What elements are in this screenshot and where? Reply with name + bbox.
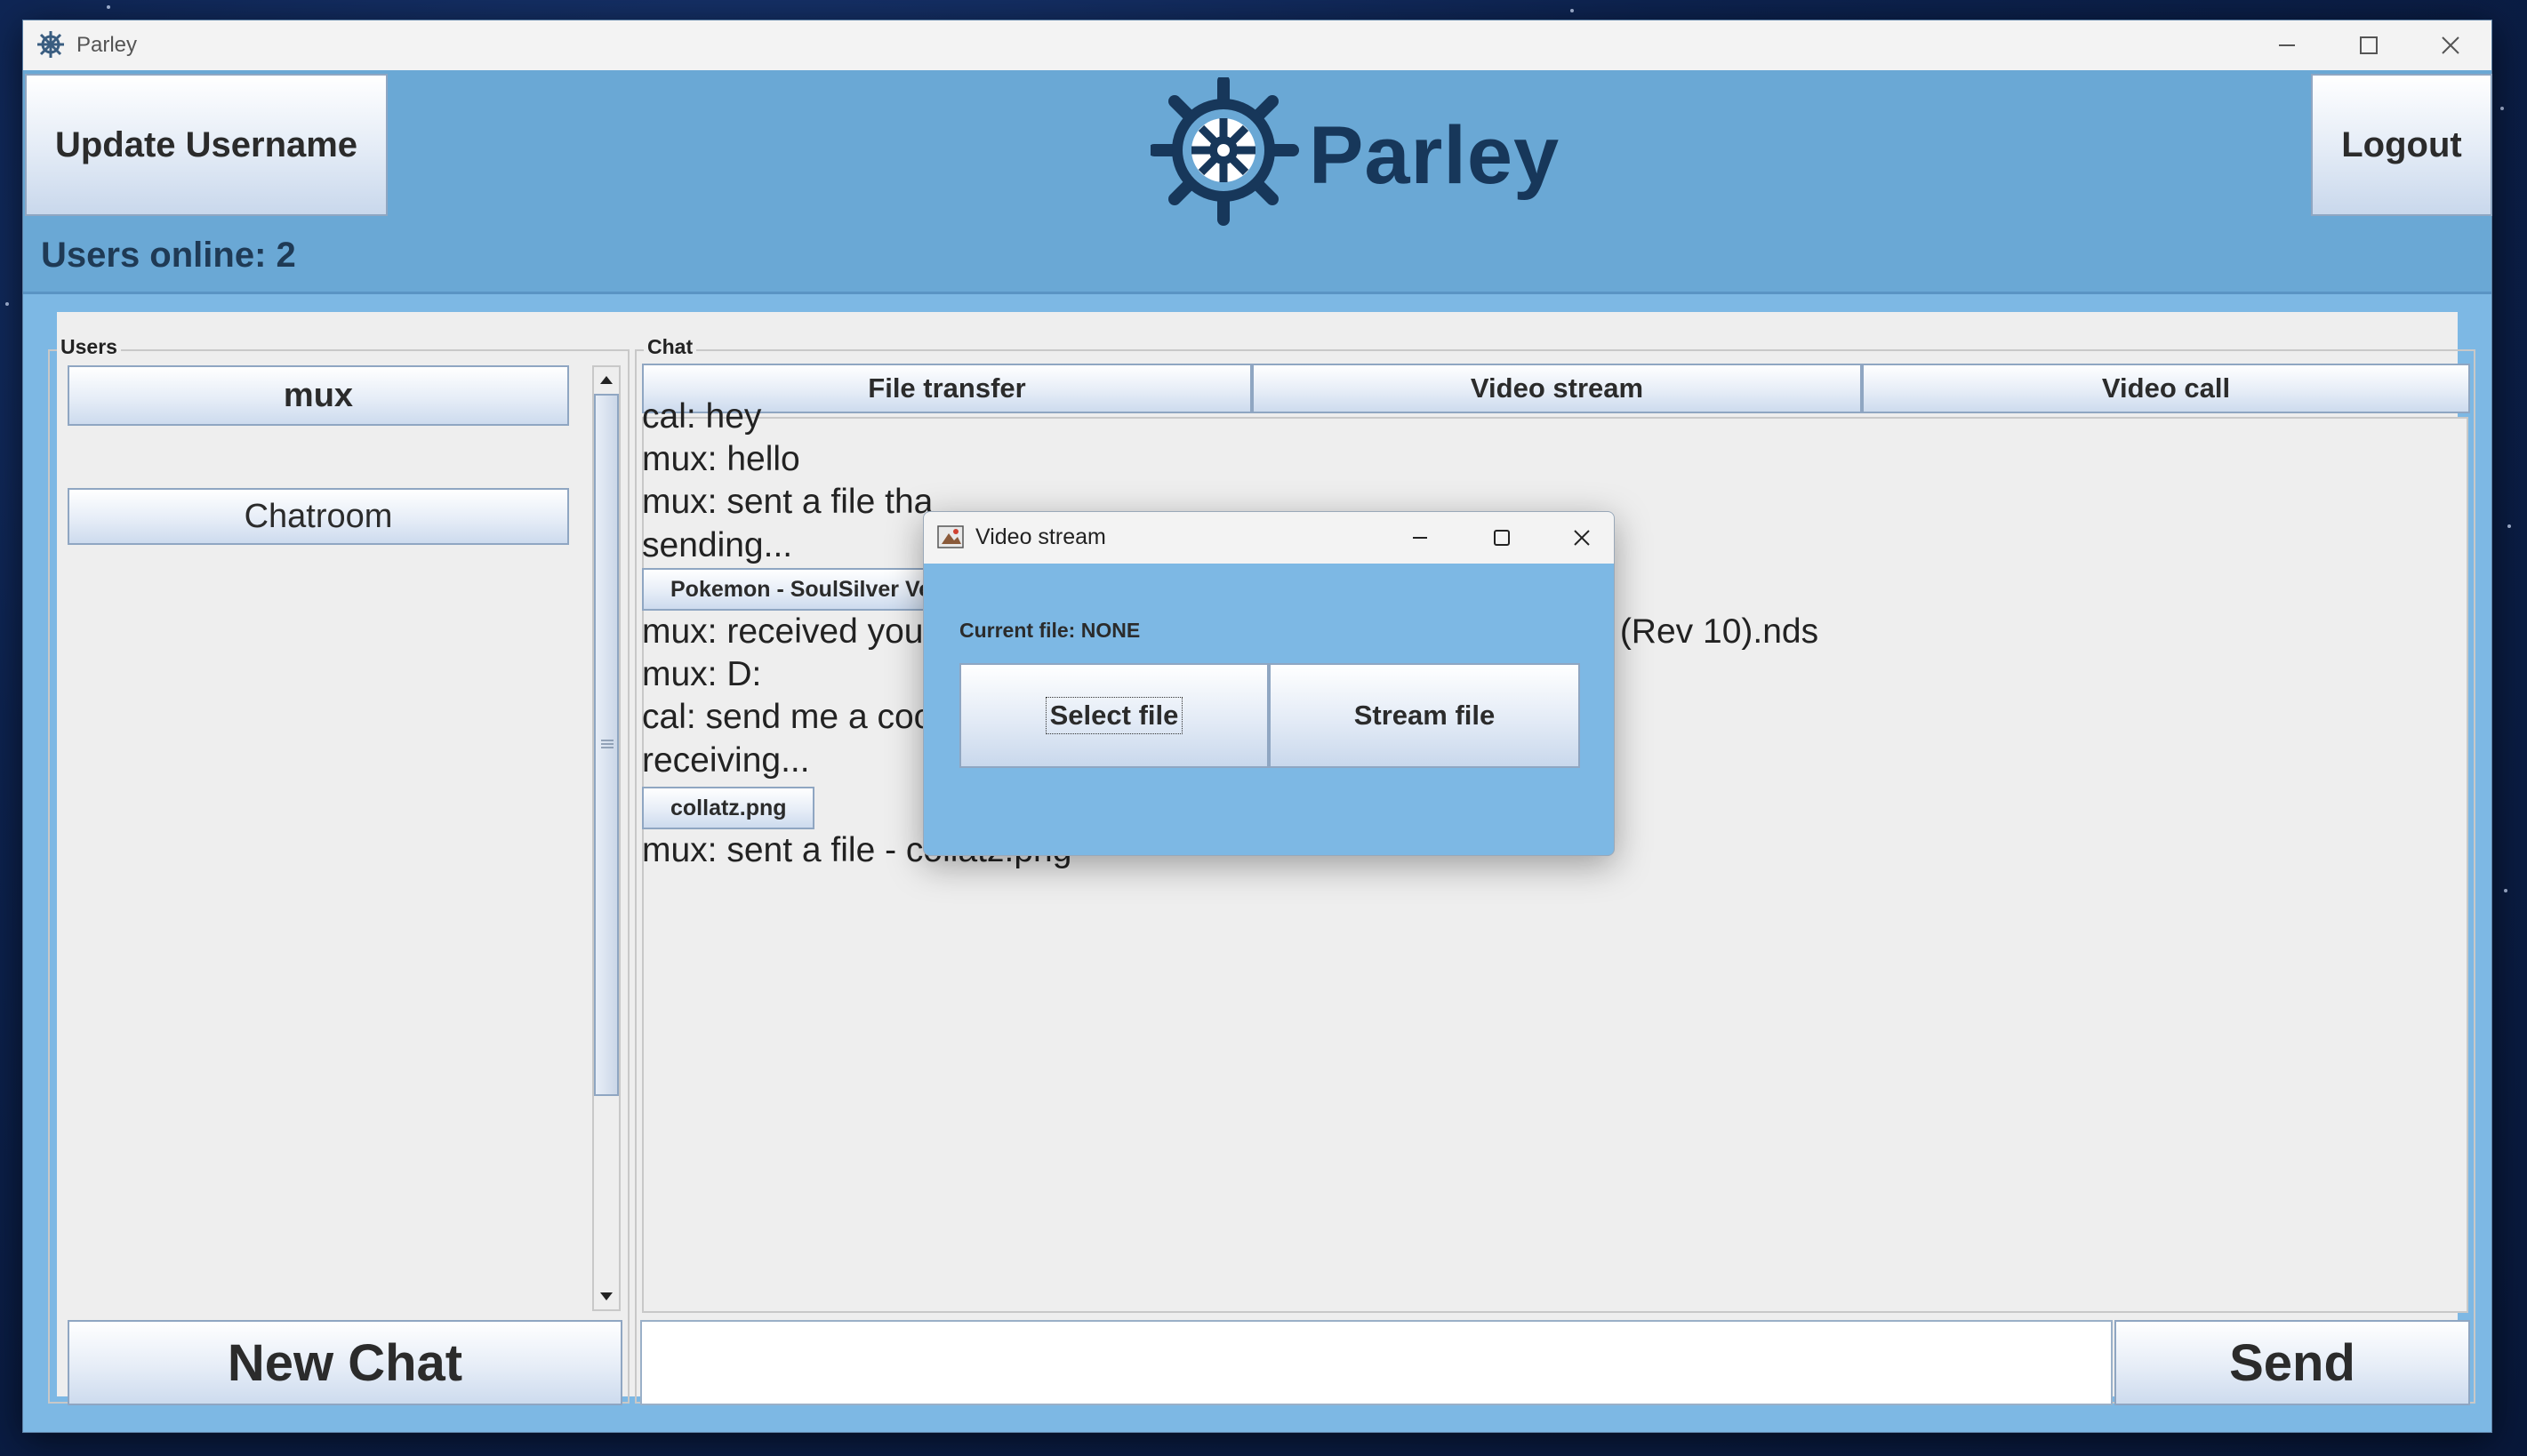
user-list-item[interactable]: mux [68, 365, 569, 426]
dialog-title: Video stream [975, 524, 1106, 549]
grip-icon [601, 740, 614, 748]
tab-video-stream[interactable]: Video stream [1252, 364, 1862, 413]
file-download-button[interactable]: collatz.png [642, 787, 814, 829]
maximize-button[interactable] [2328, 20, 2410, 70]
close-icon [2442, 36, 2459, 54]
logout-button[interactable]: Logout [2311, 74, 2492, 216]
scroll-up-icon[interactable] [598, 371, 615, 388]
users-online-label: Users online: 2 [41, 236, 296, 275]
stream-file-button[interactable]: Stream file [1269, 663, 1580, 768]
users-scroll-thumb[interactable] [594, 394, 619, 1096]
chat-message: cal: hey [642, 397, 762, 436]
close-button[interactable] [2410, 20, 2491, 70]
main-window: Parley Update Username Parley Logout Use… [22, 20, 2492, 1433]
maximize-icon [2360, 36, 2378, 54]
chat-message: sending... [642, 526, 793, 564]
select-file-label: Select file [1045, 697, 1183, 734]
dialog-title-bar: Video stream [924, 512, 1614, 564]
chat-panel-label: Chat [644, 335, 697, 359]
title-bar: Parley [23, 20, 2491, 70]
app-icon [37, 31, 64, 58]
chat-message: mux: D: [642, 655, 762, 693]
chat-message: mux: hello [642, 440, 800, 478]
select-file-button[interactable]: Select file [959, 663, 1269, 768]
dialog-maximize-button[interactable] [1466, 512, 1537, 564]
file-download-button[interactable]: Pokemon - SoulSilver Ve [642, 568, 927, 611]
java-app-icon [937, 525, 964, 548]
tab-video-call[interactable]: Video call [1862, 364, 2470, 413]
scroll-down-icon[interactable] [598, 1288, 615, 1306]
dialog-minimize-button[interactable] [1384, 512, 1456, 564]
chat-message-tail: ) (Rev 10).nds [1599, 612, 1819, 651]
logo-text: Parley [1309, 110, 1560, 201]
close-icon [1574, 530, 1590, 546]
minimize-icon [2279, 44, 2295, 46]
send-button[interactable]: Send [2114, 1320, 2470, 1405]
minimize-icon [1413, 537, 1427, 539]
chat-message: mux: sent a file tha [642, 483, 934, 521]
users-panel-label: Users [57, 335, 121, 359]
dialog-close-button[interactable] [1546, 512, 1614, 564]
new-chat-button[interactable]: New Chat [68, 1320, 622, 1405]
maximize-icon [1494, 530, 1510, 546]
chat-message: receiving... [642, 741, 810, 780]
chat-message: cal: send me a coo [642, 698, 934, 736]
chatroom-list-item[interactable]: Chatroom [68, 488, 569, 545]
current-file-label: Current file: NONE [959, 619, 1141, 642]
video-stream-dialog: Video stream Current file: NONE Select f… [923, 511, 1615, 856]
app-header: Update Username Parley Logout Users onli… [23, 70, 2492, 294]
update-username-button[interactable]: Update Username [25, 74, 388, 216]
minimize-button[interactable] [2246, 20, 2328, 70]
chat-message: mux: received you [642, 612, 924, 651]
message-input[interactable] [640, 1320, 2113, 1405]
window-title: Parley [76, 33, 138, 57]
